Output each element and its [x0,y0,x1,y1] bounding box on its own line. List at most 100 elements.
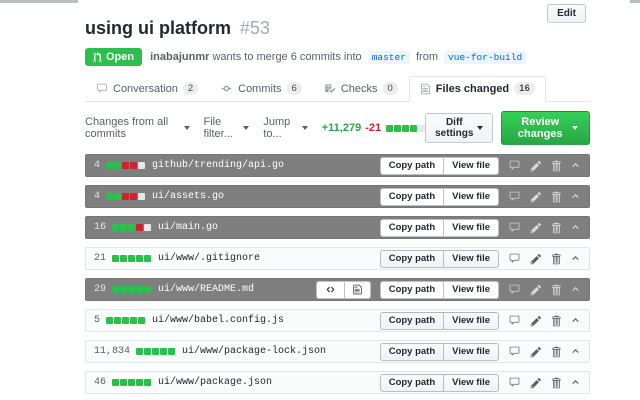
file-path[interactable]: ui/www/package.json [158,377,272,388]
jump-to-dropdown[interactable]: Jump to... [263,116,308,140]
file-stat: 4 [94,191,101,202]
view-file-button[interactable]: View file [443,218,499,237]
chevron-down-icon [477,126,484,130]
edit-file-icon[interactable] [530,284,542,296]
collapse-file-icon[interactable] [570,285,581,294]
checklist-icon [325,84,336,93]
view-file-button[interactable]: View file [443,187,499,206]
view-file-button[interactable]: View file [443,373,499,392]
merge-text: wants to merge 6 commits into [209,51,365,63]
tab-label: Commits [238,82,282,95]
view-file-button[interactable]: View file [443,156,499,175]
view-file-button[interactable]: View file [443,249,499,268]
path-buttons-group: Copy path View file [379,249,499,268]
chevron-down-icon [572,126,578,130]
edit-file-icon[interactable] [530,191,542,203]
delete-file-icon[interactable] [551,160,561,172]
file-path[interactable]: github/trending/api.go [152,160,284,171]
rich-diff-group [315,280,371,299]
collapse-file-icon[interactable] [570,161,581,170]
comment-toggle-icon[interactable] [508,284,521,295]
collapse-file-icon[interactable] [570,192,581,201]
edit-button[interactable]: Edit [547,4,586,23]
delete-file-icon[interactable] [551,315,561,327]
comment-icon [97,83,107,93]
copy-path-button[interactable]: Copy path [379,280,445,299]
copy-path-button[interactable]: Copy path [379,342,445,361]
base-branch-label[interactable]: master [367,50,410,64]
file-path[interactable]: ui/www/babel.config.js [152,315,284,326]
comment-toggle-icon[interactable] [508,253,521,264]
comment-toggle-icon[interactable] [508,222,521,233]
pr-tab-nav: Conversation 2 Commits 6 Checks 0 Files … [85,76,590,102]
copy-path-button[interactable]: Copy path [379,187,445,206]
collapse-file-icon[interactable] [570,347,581,356]
comment-toggle-icon[interactable] [508,346,521,357]
edit-file-icon[interactable] [530,346,542,358]
pr-meta: Open inabajunmr wants to merge 6 commits… [85,48,590,66]
edit-file-icon[interactable] [530,222,542,234]
file-actions: Copy path View file [379,311,581,330]
diffstat-blocks [106,193,146,200]
toolbar-right: Diff settings Review changes [425,111,590,145]
path-buttons-group: Copy path View file [379,311,499,330]
file-path[interactable]: ui/assets.go [152,191,224,202]
copy-path-button[interactable]: Copy path [379,373,445,392]
tab-conversation[interactable]: Conversation 2 [85,76,209,102]
additions-count: +11,279 [321,122,362,134]
comment-toggle-icon[interactable] [508,315,521,326]
head-branch-label[interactable]: vue-for-build [444,50,527,64]
view-file-button[interactable]: View file [443,342,499,361]
source-view-button[interactable] [315,280,345,299]
copy-path-button[interactable]: Copy path [379,156,445,175]
file-header-row: 29 ui/www/README.md Copy path View file [85,278,590,301]
file-stat: 4 [94,160,101,171]
tab-checks[interactable]: Checks 0 [313,76,409,102]
file-header-row: 46 ui/www/package.json Copy path View fi… [85,371,590,394]
copy-path-button[interactable]: Copy path [379,249,445,268]
diff-toolbar: Changes from all commits File filter... … [85,111,590,145]
collapse-file-icon[interactable] [570,254,581,263]
copy-path-button[interactable]: Copy path [379,218,445,237]
file-path[interactable]: ui/main.go [158,222,218,233]
file-actions: Copy path View file [379,373,581,392]
changes-from-dropdown[interactable]: Changes from all commits [85,116,190,140]
delete-file-icon[interactable] [551,284,561,296]
rich-diff-button[interactable] [343,280,371,299]
collapse-file-icon[interactable] [570,223,581,232]
comment-toggle-icon[interactable] [508,377,521,388]
file-path[interactable]: ui/www/README.md [158,284,254,295]
delete-file-icon[interactable] [551,222,561,234]
view-file-button[interactable]: View file [443,280,499,299]
diffstat-blocks [112,379,152,386]
file-diff-icon [420,83,430,94]
delete-file-icon[interactable] [551,253,561,265]
delete-file-icon[interactable] [551,377,561,389]
collapse-file-icon[interactable] [570,316,581,325]
comment-toggle-icon[interactable] [508,191,521,202]
window-edge-left [0,0,78,3]
comment-toggle-icon[interactable] [508,160,521,171]
tab-files-changed[interactable]: Files changed 16 [408,76,546,102]
edit-file-icon[interactable] [530,377,542,389]
pr-author[interactable]: inabajunmr [150,51,209,63]
view-file-button[interactable]: View file [443,311,499,330]
chevron-down-icon [243,126,250,130]
collapse-file-icon[interactable] [570,378,581,387]
git-pull-request-icon [93,51,102,62]
edit-file-icon[interactable] [530,160,542,172]
diff-settings-button[interactable]: Diff settings [425,113,494,143]
delete-file-icon[interactable] [551,346,561,358]
edit-file-icon[interactable] [530,315,542,327]
edit-file-icon[interactable] [530,253,542,265]
tab-commits[interactable]: Commits 6 [209,76,313,102]
review-changes-button[interactable]: Review changes [501,111,590,145]
file-filter-dropdown[interactable]: File filter... [204,116,250,140]
copy-path-button[interactable]: Copy path [379,311,445,330]
file-stat: 29 [94,284,107,295]
path-buttons-group: Copy path View file [379,280,499,299]
delete-file-icon[interactable] [551,191,561,203]
file-path[interactable]: ui/www/package-lock.json [182,346,326,357]
window-edge-right [630,0,640,3]
file-path[interactable]: ui/www/.gitignore [158,253,260,264]
